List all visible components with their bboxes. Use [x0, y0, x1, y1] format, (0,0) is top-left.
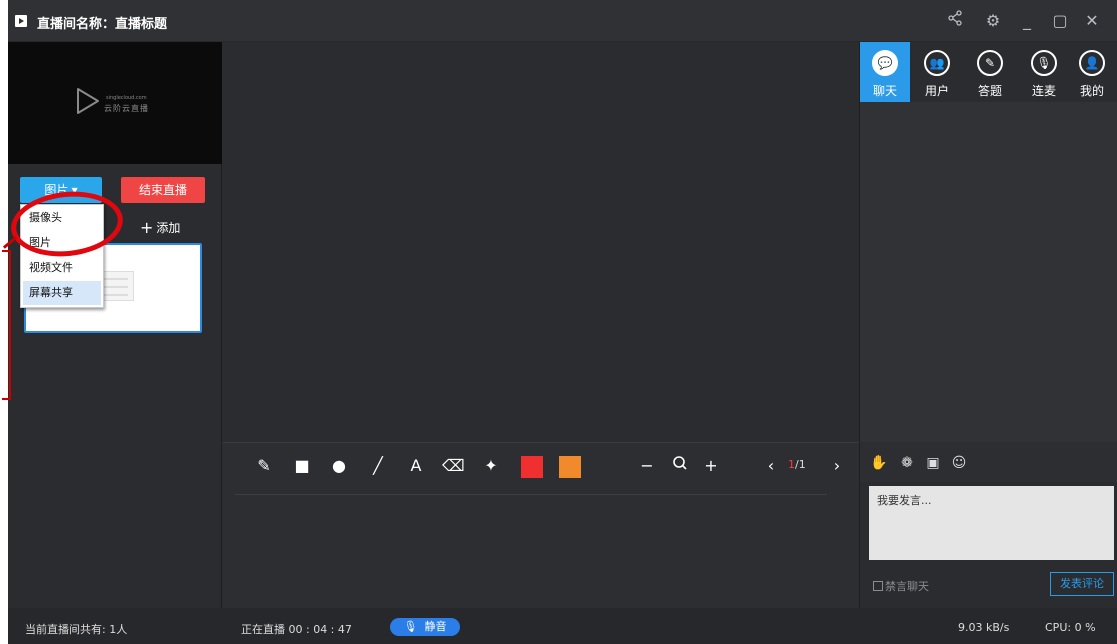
mute-chat-label: 禁言聊天 — [885, 580, 929, 593]
rectangle-icon[interactable]: ■ — [291, 455, 313, 477]
live-timer: 正在直播 00 : 04 : 47 — [241, 623, 352, 636]
end-live-button[interactable]: 结束直播 — [121, 177, 205, 203]
emoji-icon[interactable]: ☺ — [950, 454, 968, 472]
text-icon[interactable]: A — [405, 455, 427, 477]
status-bar: 当前直播间共有: 1人 正在直播 00 : 04 : 47 🎙 静音 9.03 … — [8, 608, 1117, 644]
live-preview: singlecloud.com 云阶云直播 — [8, 42, 222, 164]
dropdown-item-screen-share[interactable]: 屏幕共享 — [23, 281, 101, 305]
mic-small-icon: 🎙 — [403, 620, 418, 633]
whiteboard-stage[interactable] — [223, 42, 859, 442]
line-icon[interactable]: ╱ — [367, 455, 389, 477]
pencil-icon[interactable]: ✎ — [253, 455, 275, 477]
interaction-tabs: 💬 聊天 👥 用户 ✎ 答题 🎙 连麦 👤 我的 — [860, 42, 1117, 102]
annotation-bracket — [2, 250, 11, 400]
chat-input[interactable] — [869, 486, 1114, 560]
checkbox-icon — [873, 581, 883, 591]
preview-logo-text: 云阶云直播 — [104, 104, 149, 113]
mute-button[interactable]: 🎙 静音 — [390, 618, 460, 636]
user-icon: 👤 — [1079, 50, 1105, 76]
page-current: 1 — [788, 458, 795, 471]
circle-icon[interactable]: ● — [328, 455, 350, 477]
raise-hand-icon[interactable]: ✋ — [870, 454, 888, 472]
zoom-in-icon[interactable]: + — [700, 455, 722, 477]
image-message-icon[interactable]: ▣ — [924, 454, 942, 472]
dropdown-item-video[interactable]: 视频文件 — [23, 256, 101, 280]
tab-chat-label: 聊天 — [872, 84, 897, 98]
tab-quiz-label: 答题 — [977, 84, 1002, 98]
eraser-icon[interactable]: ⌫ — [442, 455, 465, 477]
mic-icon: 🎙 — [1031, 50, 1057, 76]
preview-logo-url: singlecloud.com — [106, 95, 147, 101]
tab-co-host-label: 连麦 — [1031, 84, 1056, 98]
interaction-panel: 💬 聊天 👥 用户 ✎ 答题 🎙 连麦 👤 我的 ✋ ❁ ▣ ☺ 我要发言...… — [859, 42, 1117, 608]
app-window: 直播间名称：直播标题 ⚙ _ ▢ ✕ singlecloud.com 云阶云直播… — [2, 0, 1117, 644]
cpu-usage: CPU: 0 % — [1045, 621, 1096, 634]
primary-color-swatch[interactable] — [521, 456, 543, 478]
page-indicator: 1/1 — [788, 458, 806, 471]
app-logo-icon — [15, 15, 27, 27]
gear-icon[interactable]: ⚙ — [981, 9, 1005, 33]
pencil-circle-icon: ✎ — [977, 50, 1003, 76]
chat-messages[interactable] — [860, 102, 1117, 442]
zoom-icon — [669, 455, 691, 477]
drawing-toolbar: ✎ ■ ● ╱ A ⌫ ✦ − + ‹ 1/1 › — [223, 442, 859, 608]
add-source-label: 添加 — [156, 221, 181, 235]
close-icon[interactable]: ✕ — [1080, 9, 1104, 33]
plus-icon: + — [140, 218, 154, 237]
clear-icon[interactable]: ✦ — [480, 455, 502, 477]
add-source-button[interactable]: + 添加 — [140, 218, 180, 237]
minimize-icon[interactable]: _ — [1015, 9, 1039, 33]
tab-co-host[interactable]: 🎙 连麦 — [1019, 42, 1069, 102]
next-page-icon[interactable]: › — [826, 455, 848, 477]
mute-chat-checkbox[interactable]: 禁言聊天 — [873, 578, 929, 594]
page-total: /1 — [795, 458, 806, 471]
secondary-color-swatch[interactable] — [559, 456, 581, 478]
chat-tools: ✋ ❁ ▣ ☺ — [860, 442, 1117, 482]
tab-quiz[interactable]: ✎ 答题 — [965, 42, 1015, 102]
tab-users-label: 用户 — [924, 84, 949, 98]
users-icon: 👥 — [924, 50, 950, 76]
tab-chat[interactable]: 💬 聊天 — [860, 42, 910, 102]
bandwidth: 9.03 kB/s — [958, 621, 1010, 634]
maximize-icon[interactable]: ▢ — [1048, 9, 1072, 33]
tab-users[interactable]: 👥 用户 — [912, 42, 962, 102]
prev-page-icon[interactable]: ‹ — [760, 455, 782, 477]
zoom-out-icon[interactable]: − — [636, 455, 658, 477]
play-logo-icon — [77, 88, 99, 114]
window-title: 直播间名称：直播标题 — [37, 17, 168, 32]
share-icon[interactable] — [943, 9, 967, 33]
source-panel: singlecloud.com 云阶云直播 图片 ▾ 结束直播 + 添加 摄像头 … — [2, 42, 222, 608]
mute-button-label: 静音 — [424, 620, 447, 633]
chat-icon: 💬 — [872, 50, 898, 76]
title-bar: 直播间名称：直播标题 ⚙ _ ▢ ✕ — [8, 0, 1117, 42]
tab-mine[interactable]: 👤 我的 — [1067, 42, 1117, 102]
annotation-arrow — [2, 236, 18, 249]
tab-mine-label: 我的 — [1079, 84, 1104, 98]
toolbar-divider — [235, 494, 827, 495]
viewer-count: 当前直播间共有: 1人 — [25, 623, 128, 636]
flower-icon[interactable]: ❁ — [898, 454, 916, 472]
send-comment-button[interactable]: 发表评论 — [1050, 572, 1114, 596]
